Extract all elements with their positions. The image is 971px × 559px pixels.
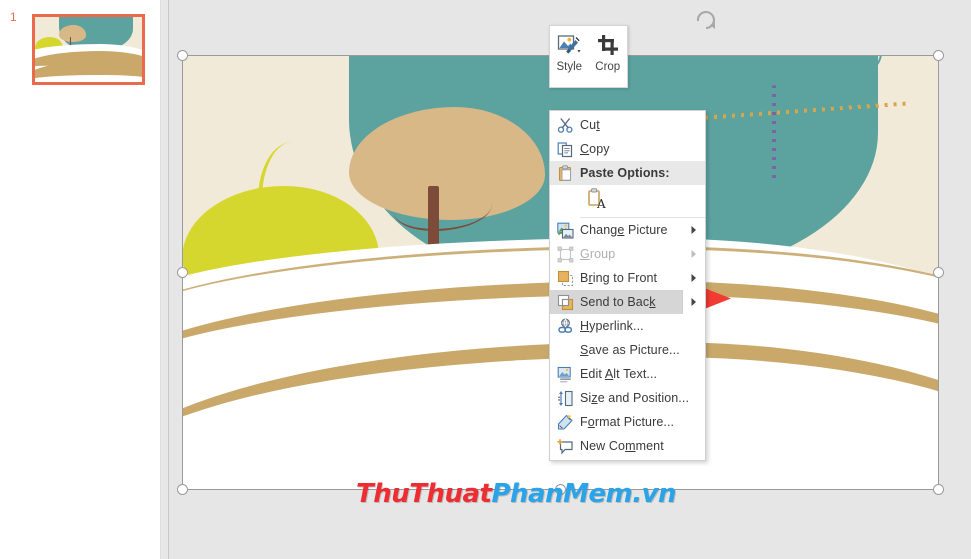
new-comment-icon (550, 434, 580, 458)
menu-item-new-comment[interactable]: New Comment (550, 434, 705, 458)
menu-item-group: Group (550, 242, 705, 266)
menu-item-group-label: Group (580, 247, 616, 261)
menu-item-hyperlink[interactable]: Hyperlink... (550, 314, 705, 338)
chevron-right-icon (683, 266, 705, 290)
menu-item-save-as-picture-label: Save as Picture... (580, 343, 680, 357)
thumbnail-artwork (35, 17, 142, 82)
hyperlink-icon (550, 314, 580, 338)
menu-item-edit-alt-text[interactable]: Edit Alt Text... (550, 362, 705, 386)
menu-item-new-comment-label: New Comment (580, 439, 664, 453)
picture-mini-toolbar[interactable]: Style Crop (549, 25, 628, 88)
menu-item-size-and-position-label: Size and Position... (580, 391, 690, 405)
watermark: ThuThuatPhanMem.vn (356, 479, 677, 509)
picture-style-icon (556, 32, 582, 58)
slide-number-label: 1 (10, 10, 17, 24)
size-position-icon (550, 386, 580, 410)
menu-item-paste-options: Paste Options: (550, 161, 705, 185)
scissors-icon (550, 113, 580, 137)
pane-splitter[interactable] (160, 0, 169, 559)
menu-item-paste-options-label: Paste Options: (580, 166, 670, 180)
paste-options-gallery[interactable]: A (550, 185, 705, 217)
copy-icon (550, 137, 580, 161)
menu-item-change-picture[interactable]: Change Picture (550, 218, 705, 242)
chevron-right-icon[interactable] (682, 290, 705, 314)
watermark-blue-text: PhanMem.vn (491, 479, 677, 509)
clipboard-icon (550, 161, 580, 185)
picture-context-menu[interactable]: Cut Copy Paste Options: A Change Picture… (549, 110, 706, 461)
watermark-red-text: ThuThuat (356, 479, 492, 509)
crop-icon (595, 32, 621, 58)
svg-text:A: A (596, 197, 606, 211)
group-icon (550, 242, 580, 266)
powerpoint-editor-window: 1 Style Crop Cut Copy Paste Options: A C… (0, 0, 971, 559)
chevron-right-icon (683, 218, 705, 242)
menu-item-bring-to-front[interactable]: Bring to Front (550, 266, 705, 290)
change-picture-icon (550, 218, 580, 242)
menu-item-format-picture[interactable]: Format Picture... (550, 410, 705, 434)
menu-item-send-to-back[interactable]: Send to Back (550, 290, 705, 314)
art-purple-dotted-line (772, 85, 777, 182)
style-button[interactable]: Style (550, 26, 589, 87)
menu-item-change-picture-label: Change Picture (580, 223, 668, 237)
menu-item-copy[interactable]: Copy (550, 137, 705, 161)
menu-item-hyperlink-label: Hyperlink... (580, 319, 644, 333)
menu-item-bring-to-front-label: Bring to Front (580, 271, 658, 285)
menu-item-format-picture-label: Format Picture... (580, 415, 675, 429)
crop-button-label: Crop (595, 61, 621, 73)
art-tree-canopy (58, 24, 87, 42)
no-icon (550, 338, 580, 362)
slide-thumbnail-pane: 1 (0, 0, 160, 559)
send-to-back-icon (550, 290, 580, 314)
chevron-right-icon (683, 242, 705, 266)
slide-thumbnail-1[interactable] (32, 14, 145, 85)
format-picture-icon (550, 410, 580, 434)
paste-keep-text-icon[interactable]: A (586, 187, 610, 216)
style-button-label: Style (556, 61, 583, 73)
bring-to-front-icon (550, 266, 580, 290)
menu-item-size-and-position[interactable]: Size and Position... (550, 386, 705, 410)
menu-item-cut-label: Cut (580, 118, 600, 132)
menu-item-copy-label: Copy (580, 142, 610, 156)
menu-item-cut[interactable]: Cut (550, 113, 705, 137)
crop-button[interactable]: Crop (589, 26, 628, 87)
alt-text-icon (550, 362, 580, 386)
menu-item-send-to-back-label: Send to Back (580, 295, 656, 309)
menu-item-save-as-picture[interactable]: Save as Picture... (550, 338, 705, 362)
menu-item-edit-alt-text-label: Edit Alt Text... (580, 367, 658, 381)
rotate-handle-icon[interactable] (693, 8, 719, 30)
